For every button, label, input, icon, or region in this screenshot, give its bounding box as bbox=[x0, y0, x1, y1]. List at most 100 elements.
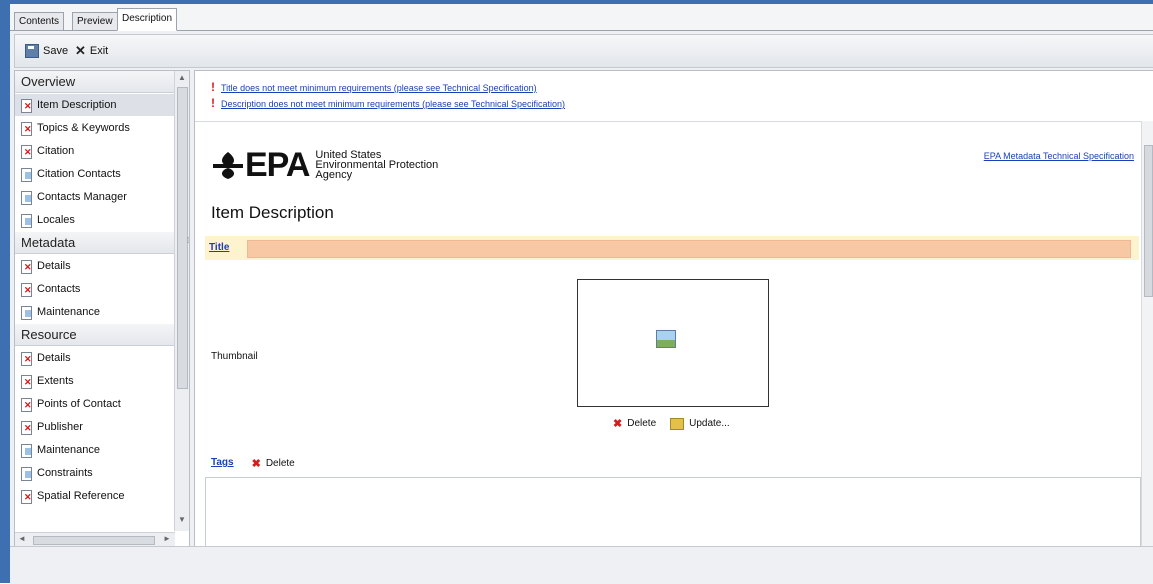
thumbnail-update-label: Update... bbox=[689, 418, 730, 429]
tab-preview[interactable]: Preview bbox=[72, 12, 118, 31]
sidebar-item-publisher[interactable]: Publisher bbox=[15, 416, 175, 438]
document-error-icon bbox=[21, 145, 32, 159]
document-error-icon bbox=[21, 352, 32, 366]
sidebar-item-contacts-manager[interactable]: Contacts Manager bbox=[15, 186, 175, 208]
tab-strip: Contents Preview Description bbox=[10, 4, 1153, 31]
tags-textarea[interactable] bbox=[205, 477, 1141, 547]
sidebar-item-details[interactable]: Details bbox=[15, 255, 175, 277]
description-panel: ! Title does not meet minimum requirement… bbox=[194, 70, 1153, 548]
save-button[interactable]: Save bbox=[25, 43, 68, 59]
epa-agency-name: United States Environmental Protection A… bbox=[315, 150, 438, 181]
delete-icon: ✖ bbox=[251, 458, 261, 470]
document-icon bbox=[21, 168, 32, 182]
document-error-icon bbox=[21, 122, 32, 136]
sidebar-horizontal-scrollbar[interactable]: ◄ ► bbox=[15, 532, 175, 547]
close-icon: ✕ bbox=[75, 43, 86, 58]
tags-delete-button[interactable]: ✖ Delete bbox=[252, 457, 295, 470]
warning-icon: ! bbox=[211, 80, 215, 94]
sidebar-item-label: Details bbox=[37, 352, 71, 364]
sidebar-item-label: Item Description bbox=[37, 99, 117, 111]
sidebar-item-label: Citation Contacts bbox=[37, 168, 121, 180]
warning-icon: ! bbox=[211, 96, 215, 110]
document-icon bbox=[21, 214, 32, 228]
epa-logo: EPA United States Environmental Protecti… bbox=[211, 145, 438, 184]
sidebar-item-label: Publisher bbox=[37, 421, 83, 433]
sidebar-item-contacts[interactable]: Contacts bbox=[15, 278, 175, 300]
document-error-icon bbox=[21, 283, 32, 297]
agency-line-3: Agency bbox=[315, 169, 353, 181]
sidebar-item-locales[interactable]: Locales bbox=[15, 209, 175, 231]
thumbnail-delete-label: Delete bbox=[627, 418, 657, 429]
warning-title-link[interactable]: Title does not meet minimum requirements… bbox=[221, 83, 537, 93]
document-error-icon bbox=[21, 375, 32, 389]
document-icon bbox=[21, 444, 32, 458]
sidebar-item-points-of-contact[interactable]: Points of Contact bbox=[15, 393, 175, 415]
image-placeholder-icon bbox=[656, 330, 676, 348]
tags-header: Tags ✖ Delete bbox=[211, 457, 295, 470]
tags-label[interactable]: Tags bbox=[211, 457, 234, 470]
sidebar-item-spatial-reference[interactable]: Spatial Reference bbox=[15, 485, 175, 507]
title-row: Title bbox=[205, 236, 1139, 260]
exit-button[interactable]: ✕ Exit bbox=[75, 43, 108, 59]
sidebar-item-label: Contacts Manager bbox=[37, 191, 127, 203]
scroll-up-icon[interactable]: ▲ bbox=[178, 73, 186, 82]
sidebar-item-label: Details bbox=[37, 260, 71, 272]
epa-wordmark: EPA bbox=[245, 145, 310, 184]
sidebar-item-label: Constraints bbox=[37, 467, 93, 479]
page-title: Item Description bbox=[211, 203, 334, 222]
save-icon bbox=[25, 44, 39, 58]
document-error-icon bbox=[21, 99, 32, 113]
sidebar-item-item-description[interactable]: Item Description bbox=[15, 94, 175, 116]
tab-contents[interactable]: Contents bbox=[14, 12, 65, 31]
document-error-icon bbox=[21, 490, 32, 504]
thumbnail-actions: ✖ Delete Update... bbox=[613, 417, 730, 430]
delete-icon: ✖ bbox=[613, 418, 623, 430]
splitter-grip-icon[interactable]: ⁞ bbox=[187, 236, 189, 245]
sidebar-item-label: Citation bbox=[37, 145, 75, 157]
sidebar-item-label: Extents bbox=[37, 375, 74, 387]
main-vertical-scrollbar[interactable] bbox=[1141, 121, 1153, 547]
sidebar-nav: Overview Item Description Topics & Keyword… bbox=[14, 70, 190, 548]
sidebar-section-overview: Overview bbox=[15, 71, 175, 93]
document-error-icon bbox=[21, 421, 32, 435]
thumbnail-delete-button[interactable]: ✖ Delete bbox=[613, 417, 656, 430]
warning-title: ! Title does not meet minimum requirement… bbox=[211, 79, 537, 95]
sidebar-item-topics-keywords[interactable]: Topics & Keywords bbox=[15, 117, 175, 139]
scroll-right-icon[interactable]: ► bbox=[163, 534, 171, 543]
document-icon bbox=[21, 191, 32, 205]
sidebar-section-metadata: Metadata bbox=[15, 232, 175, 254]
title-input[interactable] bbox=[247, 240, 1131, 258]
sidebar-item-label: Contacts bbox=[37, 283, 81, 295]
thumbnail-update-button[interactable]: Update... bbox=[670, 417, 730, 430]
exit-label: Exit bbox=[89, 45, 109, 57]
main-scrollbar-thumb[interactable] bbox=[1144, 145, 1153, 297]
sidebar-item-citation[interactable]: Citation bbox=[15, 140, 175, 162]
sidebar-item-label: Topics & Keywords bbox=[37, 122, 130, 134]
toolbar: Save ✕ Exit bbox=[14, 34, 1153, 68]
thumbnail-box[interactable] bbox=[577, 279, 769, 407]
epa-flower-icon bbox=[213, 152, 243, 179]
document-icon bbox=[21, 306, 32, 320]
technical-specification-link[interactable]: EPA Metadata Technical Specification bbox=[984, 151, 1134, 161]
scroll-left-icon[interactable]: ◄ bbox=[18, 534, 26, 543]
document-error-icon bbox=[21, 398, 32, 412]
sidebar-item-label: Maintenance bbox=[37, 306, 100, 318]
sidebar-item-maintenance[interactable]: Maintenance bbox=[15, 301, 175, 323]
warning-description-link[interactable]: Description does not meet minimum requir… bbox=[221, 99, 565, 109]
warning-bar: ! Title does not meet minimum requirement… bbox=[195, 71, 1153, 122]
sidebar-item-constraints[interactable]: Constraints bbox=[15, 462, 175, 484]
sidebar-item-details[interactable]: Details bbox=[15, 347, 175, 369]
scroll-down-icon[interactable]: ▼ bbox=[178, 515, 186, 524]
folder-icon bbox=[670, 417, 685, 430]
tab-description[interactable]: Description bbox=[117, 8, 178, 31]
title-field-label[interactable]: Title bbox=[209, 242, 229, 253]
save-label: Save bbox=[43, 45, 69, 57]
sidebar-item-citation-contacts[interactable]: Citation Contacts bbox=[15, 163, 175, 185]
warning-description: ! Description does not meet minimum requi… bbox=[211, 95, 565, 111]
sidebar-vertical-scrollbar[interactable]: ▲ ▼ bbox=[174, 71, 189, 531]
thumbnail-label: Thumbnail bbox=[211, 351, 258, 362]
sidebar-item-label: Points of Contact bbox=[37, 398, 121, 410]
sidebar-item-maintenance[interactable]: Maintenance bbox=[15, 439, 175, 461]
horizontal-scrollbar-thumb[interactable] bbox=[33, 536, 155, 545]
sidebar-item-extents[interactable]: Extents bbox=[15, 370, 175, 392]
